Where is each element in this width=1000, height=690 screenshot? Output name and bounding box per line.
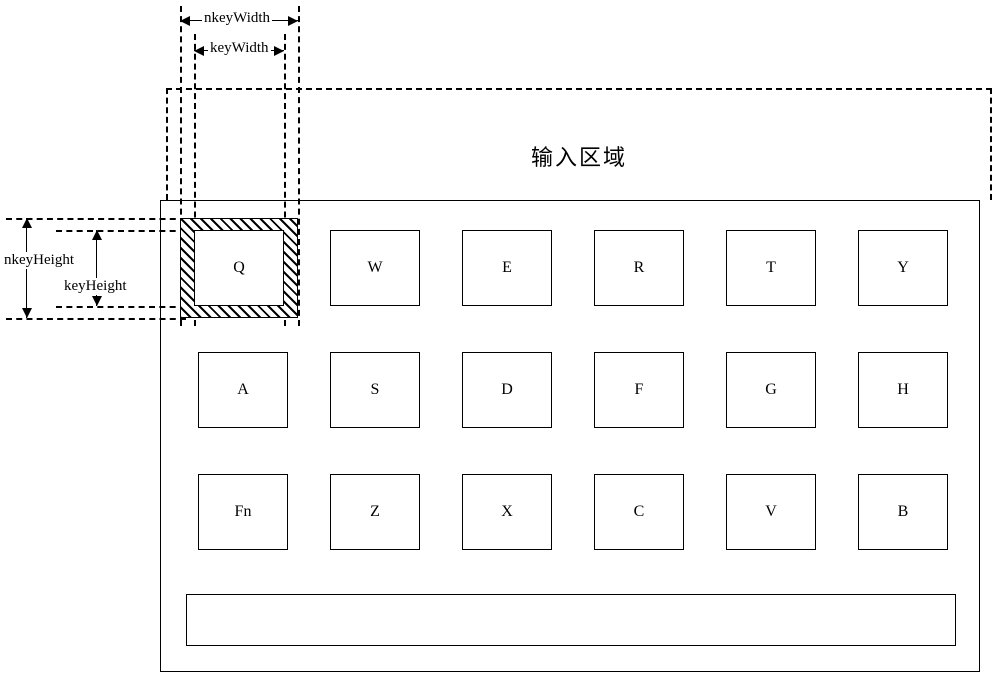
input-area-box: 输入区域 [166, 88, 992, 200]
key-t-label: T [766, 259, 776, 277]
key-x[interactable]: X [462, 474, 552, 550]
guide-keyheight-top [56, 230, 186, 232]
key-fn[interactable]: Fn [198, 474, 288, 550]
key-a-label: A [237, 381, 249, 399]
key-h-label: H [897, 381, 909, 399]
key-a[interactable]: A [198, 352, 288, 428]
key-q[interactable]: Q [194, 230, 284, 306]
key-y-label: Y [897, 259, 909, 277]
key-d-label: D [501, 381, 513, 399]
key-r[interactable]: R [594, 230, 684, 306]
key-e[interactable]: E [462, 230, 552, 306]
key-c[interactable]: C [594, 474, 684, 550]
dim-keywidth-label: keyWidth [208, 40, 271, 57]
key-z-label: Z [370, 503, 380, 521]
guide-keyheight-bottom [56, 306, 186, 308]
key-s[interactable]: S [330, 352, 420, 428]
dim-nkeyheight-label: nkeyHeight [2, 252, 76, 269]
key-g-label: G [765, 381, 777, 399]
key-t[interactable]: T [726, 230, 816, 306]
key-c-label: C [634, 503, 645, 521]
key-s-label: S [371, 381, 380, 399]
key-v[interactable]: V [726, 474, 816, 550]
guide-nkeyheight-bottom [6, 318, 186, 320]
key-fn-label: Fn [235, 503, 252, 521]
key-f-label: F [635, 381, 644, 399]
key-q-label: Q [233, 259, 245, 277]
key-y[interactable]: Y [858, 230, 948, 306]
dim-keyheight-label: keyHeight [62, 278, 128, 295]
input-area-label: 输入区域 [168, 140, 990, 172]
guide-nkeyheight-top [6, 218, 186, 220]
key-w[interactable]: W [330, 230, 420, 306]
key-f[interactable]: F [594, 352, 684, 428]
key-d[interactable]: D [462, 352, 552, 428]
key-e-label: E [502, 259, 512, 277]
key-r-label: R [634, 259, 645, 277]
key-g[interactable]: G [726, 352, 816, 428]
dim-nkeywidth-label: nkeyWidth [202, 10, 272, 27]
key-b[interactable]: B [858, 474, 948, 550]
key-v-label: V [765, 503, 777, 521]
key-z[interactable]: Z [330, 474, 420, 550]
key-q-touch-area[interactable]: Q [180, 218, 298, 318]
key-w-label: W [367, 259, 382, 277]
key-h[interactable]: H [858, 352, 948, 428]
guide-nkeywidth-right [298, 6, 300, 326]
key-space[interactable] [186, 594, 956, 646]
key-b-label: B [898, 503, 909, 521]
key-x-label: X [501, 503, 513, 521]
